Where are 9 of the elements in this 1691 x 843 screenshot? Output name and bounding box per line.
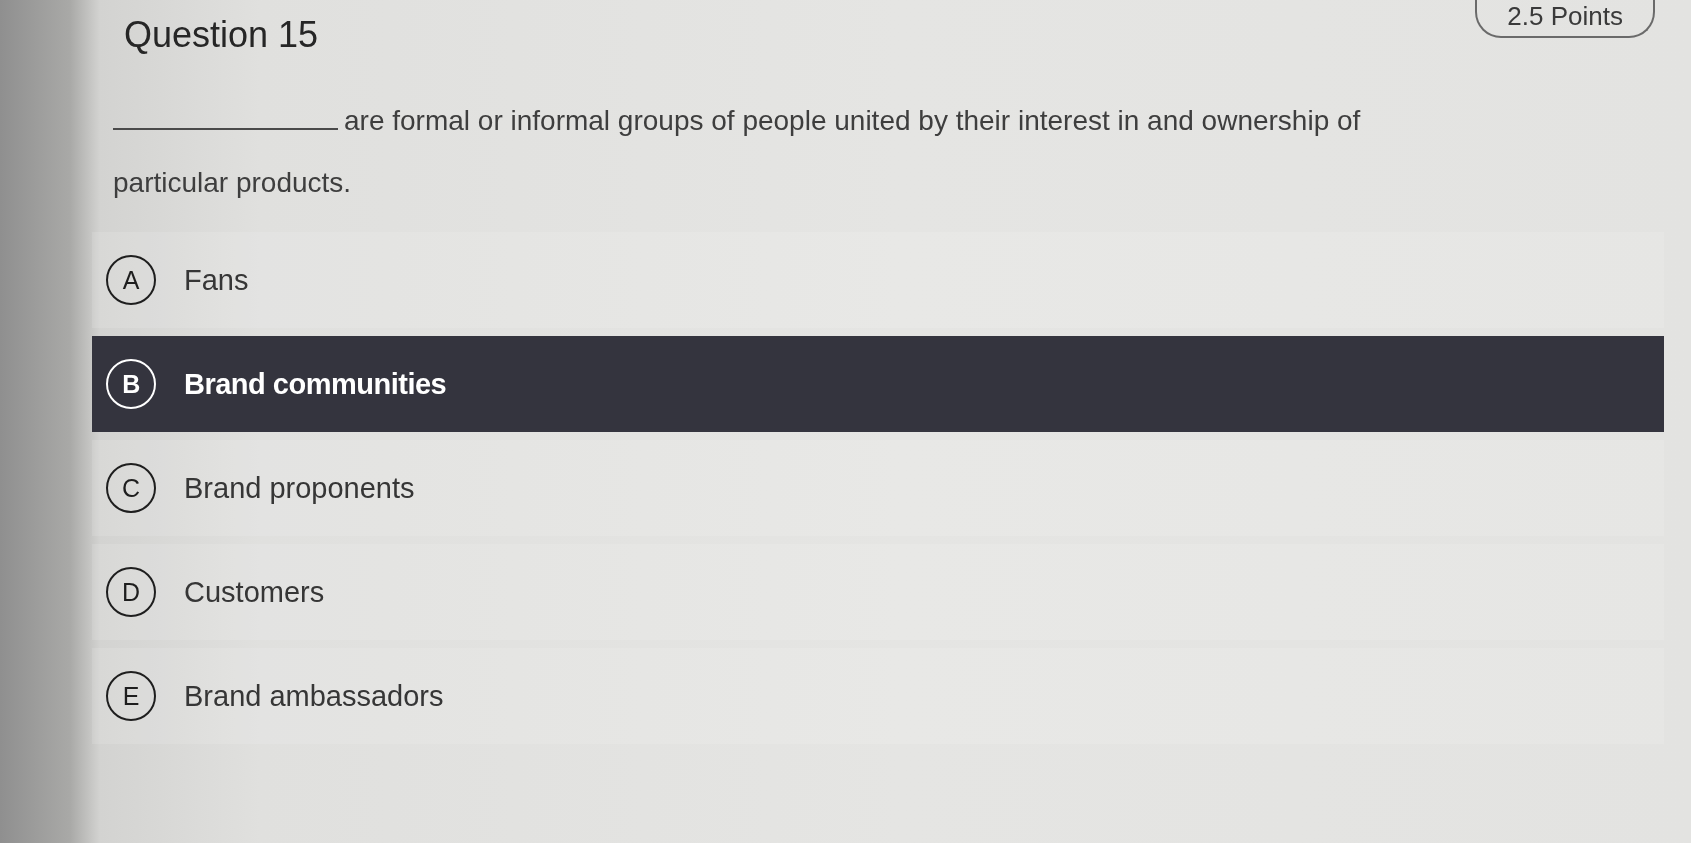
option-letter: C [106, 463, 156, 513]
option-letter: A [106, 255, 156, 305]
points-badge: 2.5 Points [1475, 0, 1655, 38]
option-letter: E [106, 671, 156, 721]
answer-option[interactable]: B Brand communities [92, 336, 1664, 432]
question-text: are formal or informal groups of people united by their interest in and ownership of particular products. [113, 104, 1362, 200]
option-letter: D [106, 567, 156, 617]
question-title: Question 15 [124, 14, 319, 56]
option-letter: B [106, 359, 156, 409]
